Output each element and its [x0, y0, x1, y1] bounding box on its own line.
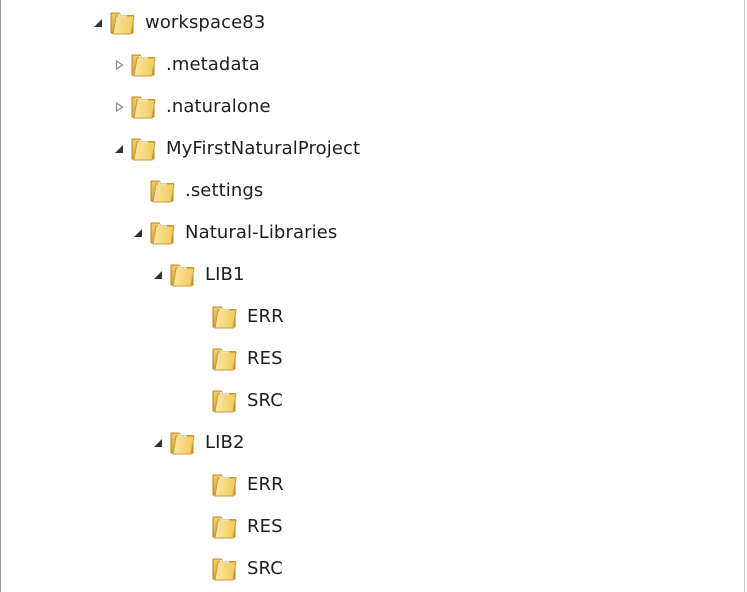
tree-item-settings[interactable]: .settings: [127, 171, 263, 211]
tree-item-workspace83[interactable]: workspace83: [87, 3, 265, 43]
tree-item-label: SRC: [247, 558, 283, 579]
tree-item-label: SRC: [247, 390, 283, 411]
tree-item-src[interactable]: SRC: [189, 549, 283, 589]
folder-icon: [149, 220, 177, 246]
tree-item-naturalone[interactable]: .naturalone: [108, 87, 271, 127]
expand-arrow-icon[interactable]: [108, 138, 130, 160]
folder-icon: [211, 388, 239, 414]
tree-item-label: .metadata: [166, 54, 260, 75]
collapse-arrow-icon[interactable]: [108, 54, 130, 76]
folder-icon: [130, 136, 158, 162]
expand-arrow-icon[interactable]: [127, 222, 149, 244]
tree-item-err[interactable]: ERR: [189, 297, 284, 337]
folder-icon: [211, 346, 239, 372]
expand-arrow-icon[interactable]: [87, 12, 109, 34]
folder-icon: [109, 10, 137, 36]
tree-item-label: LIB1: [205, 264, 245, 285]
folder-icon: [211, 514, 239, 540]
tree-item-lib1[interactable]: LIB1: [147, 255, 245, 295]
folder-icon: [130, 52, 158, 78]
tree-item-label: RES: [247, 348, 283, 369]
tree-item-label: Natural-Libraries: [185, 222, 338, 243]
folder-icon: [211, 556, 239, 582]
tree-item-lib2[interactable]: LIB2: [147, 423, 245, 463]
folder-icon: [211, 304, 239, 330]
folder-icon: [169, 262, 197, 288]
tree-item-label: MyFirstNaturalProject: [166, 138, 361, 159]
tree-item-myfirstnaturalproject[interactable]: MyFirstNaturalProject: [108, 129, 360, 169]
tree-item-label: LIB2: [205, 432, 245, 453]
tree-item-res[interactable]: RES: [189, 339, 283, 379]
folder-icon: [211, 472, 239, 498]
tree-item-label: ERR: [247, 474, 284, 495]
expand-arrow-icon[interactable]: [147, 264, 169, 286]
folder-icon: [149, 178, 177, 204]
tree-item-label: ERR: [247, 306, 284, 327]
folder-icon: [169, 430, 197, 456]
tree-item-metadata[interactable]: .metadata: [108, 45, 260, 85]
tree-item-err[interactable]: ERR: [189, 465, 284, 505]
tree-item-natural-libraries[interactable]: Natural-Libraries: [127, 213, 337, 253]
tree-item-label: RES: [247, 516, 283, 537]
tree-item-label: workspace83: [145, 12, 266, 33]
folder-icon: [130, 94, 158, 120]
tree-item-label: .settings: [185, 180, 264, 201]
collapse-arrow-icon[interactable]: [108, 96, 130, 118]
expand-arrow-icon[interactable]: [147, 432, 169, 454]
tree-item-label: .naturalone: [166, 96, 271, 117]
tree-item-src[interactable]: SRC: [189, 381, 283, 421]
folder-tree: workspace83 .metadata .naturalone MyFirstNa…: [0, 0, 745, 592]
tree-item-res[interactable]: RES: [189, 507, 283, 547]
